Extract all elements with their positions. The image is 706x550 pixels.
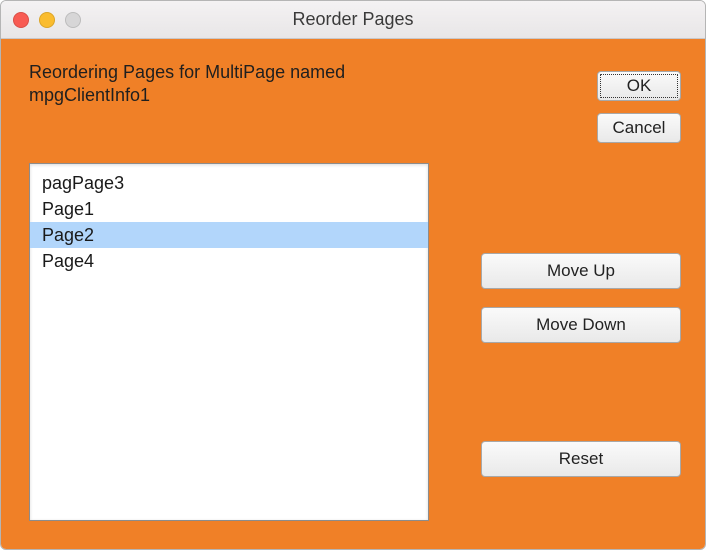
list-item[interactable]: Page1: [30, 196, 428, 222]
close-window-icon[interactable]: [13, 12, 29, 28]
reset-button[interactable]: Reset: [481, 441, 681, 477]
dialog-content: Reordering Pages for MultiPage named mpg…: [1, 39, 705, 550]
zoom-window-icon: [65, 12, 81, 28]
window-controls: [13, 12, 81, 28]
titlebar: Reorder Pages: [1, 1, 705, 39]
ok-button[interactable]: OK: [597, 71, 681, 101]
list-item[interactable]: Page4: [30, 248, 428, 274]
window-title: Reorder Pages: [292, 9, 413, 30]
list-item[interactable]: Page2: [30, 222, 428, 248]
list-item[interactable]: pagPage3: [30, 170, 428, 196]
pages-listbox[interactable]: pagPage3Page1Page2Page4: [29, 163, 429, 521]
side-button-group: Move Up Move Down Reset: [481, 253, 681, 477]
move-down-button[interactable]: Move Down: [481, 307, 681, 343]
reorder-heading: Reordering Pages for MultiPage named mpg…: [29, 61, 389, 106]
top-button-group: OK Cancel: [597, 71, 681, 143]
heading-line-2: mpgClientInfo1: [29, 84, 389, 107]
heading-line-1: Reordering Pages for MultiPage named: [29, 61, 389, 84]
cancel-button[interactable]: Cancel: [597, 113, 681, 143]
minimize-window-icon[interactable]: [39, 12, 55, 28]
reorder-pages-dialog: Reorder Pages Reordering Pages for Multi…: [0, 0, 706, 550]
move-up-button[interactable]: Move Up: [481, 253, 681, 289]
